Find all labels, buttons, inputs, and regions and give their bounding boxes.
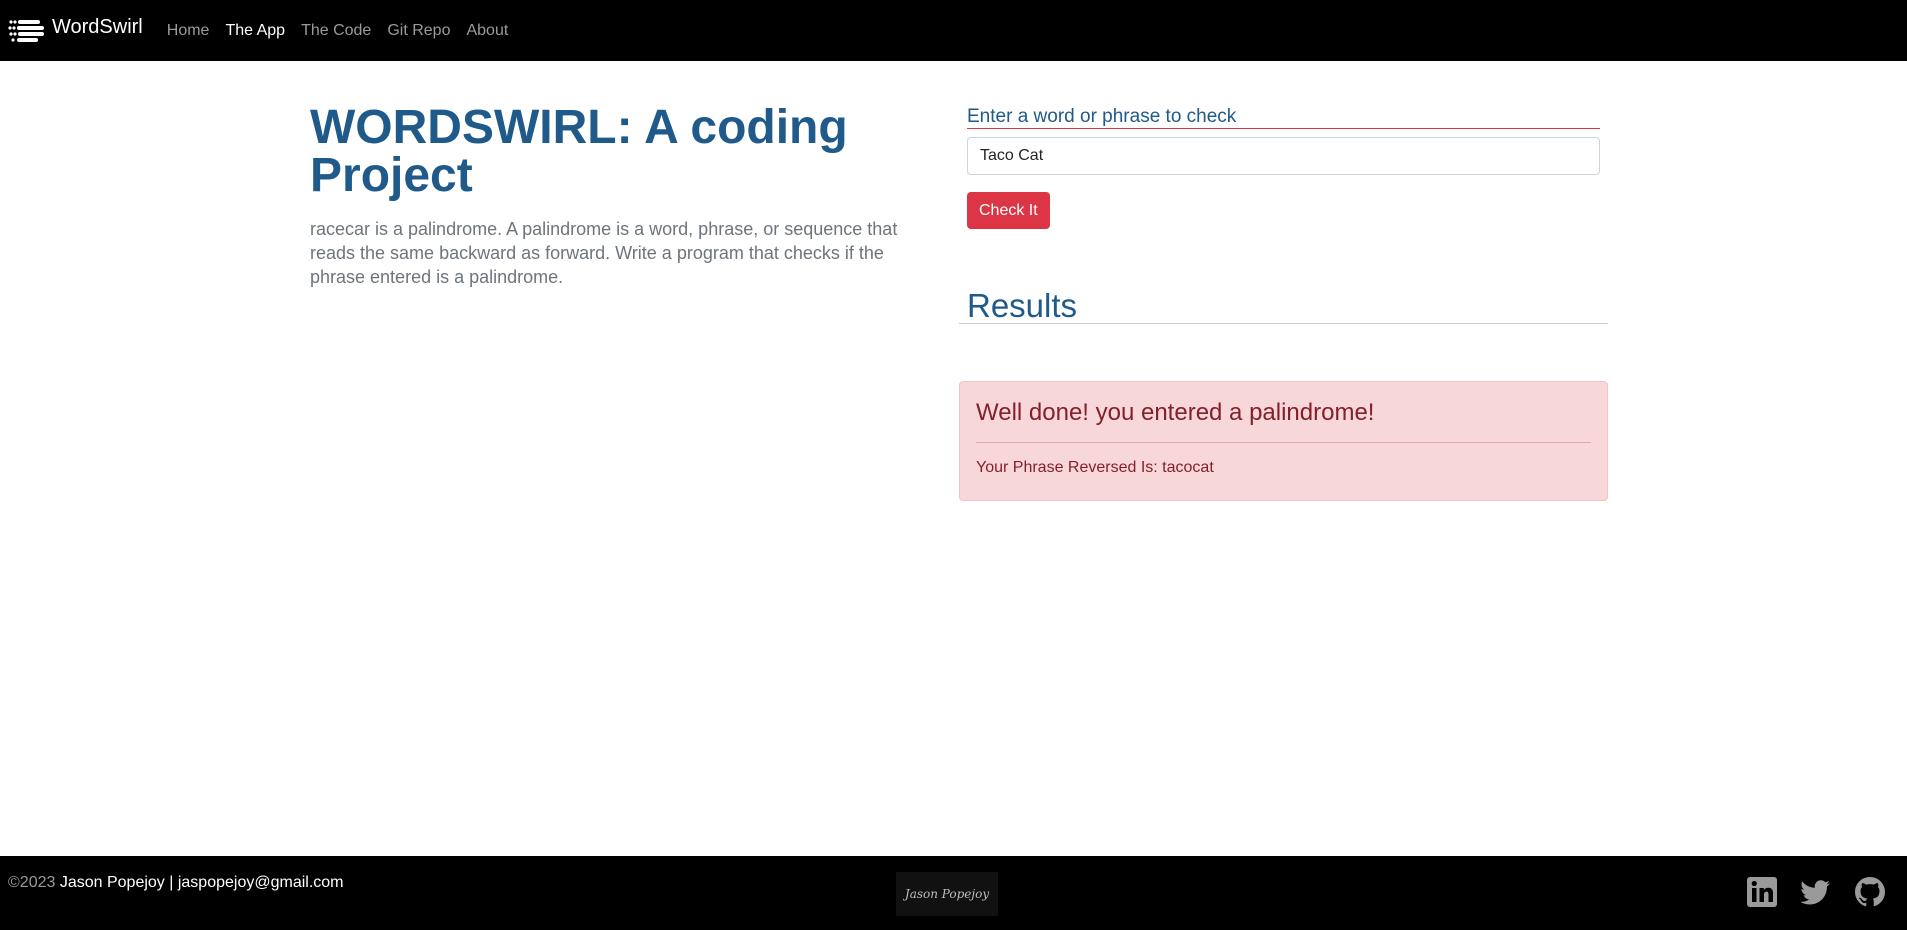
- github-icon[interactable]: [1854, 876, 1886, 908]
- alert-message: Your Phrase Reversed Is: tacocat: [976, 459, 1214, 476]
- top-navbar: WordSwirl Home The App The Code Git Repo…: [0, 0, 1907, 61]
- brand-link[interactable]: WordSwirl: [8, 16, 143, 46]
- nav-link-the-code[interactable]: The Code: [301, 22, 371, 40]
- nav-link-the-app[interactable]: The App: [225, 22, 285, 40]
- signature-image: Jason Popejoy: [896, 872, 998, 916]
- page-description: racecar is a palindrome. A palindrome is…: [310, 219, 898, 287]
- nav-links: Home The App The Code Git Repo About: [159, 22, 517, 40]
- alert-heading: Well done! you entered a palindrome!: [976, 399, 1375, 426]
- nav-link-about[interactable]: About: [466, 22, 508, 40]
- copyright-text: ©2023: [8, 874, 56, 891]
- result-alert: Well done! you entered a palindrome! You…: [959, 381, 1608, 501]
- swirl-logo-icon: [8, 19, 44, 42]
- page-title: WORDSWIRL: A coding Project: [310, 101, 848, 202]
- nav-link-git-repo[interactable]: Git Repo: [387, 22, 450, 40]
- brand-name: WordSwirl: [52, 16, 143, 38]
- phrase-input[interactable]: [967, 137, 1600, 175]
- linkedin-icon[interactable]: [1746, 876, 1778, 908]
- page-footer: ©2023 Jason Popejoy | jaspopejoy@gmail.c…: [0, 856, 1907, 930]
- check-it-button[interactable]: Check It: [967, 192, 1050, 229]
- footer-credits: ©2023 Jason Popejoy | jaspopejoy@gmail.c…: [8, 874, 344, 892]
- results-heading: Results: [959, 286, 1608, 324]
- signature-text: Jason Popejoy: [904, 887, 990, 901]
- twitter-icon[interactable]: [1799, 876, 1831, 908]
- footer-contact: Jason Popejoy | jaspopejoy@gmail.com: [59, 874, 344, 891]
- alert-divider: [976, 442, 1591, 443]
- phrase-input-label: Enter a word or phrase to check: [967, 106, 1600, 129]
- nav-link-home[interactable]: Home: [167, 22, 210, 40]
